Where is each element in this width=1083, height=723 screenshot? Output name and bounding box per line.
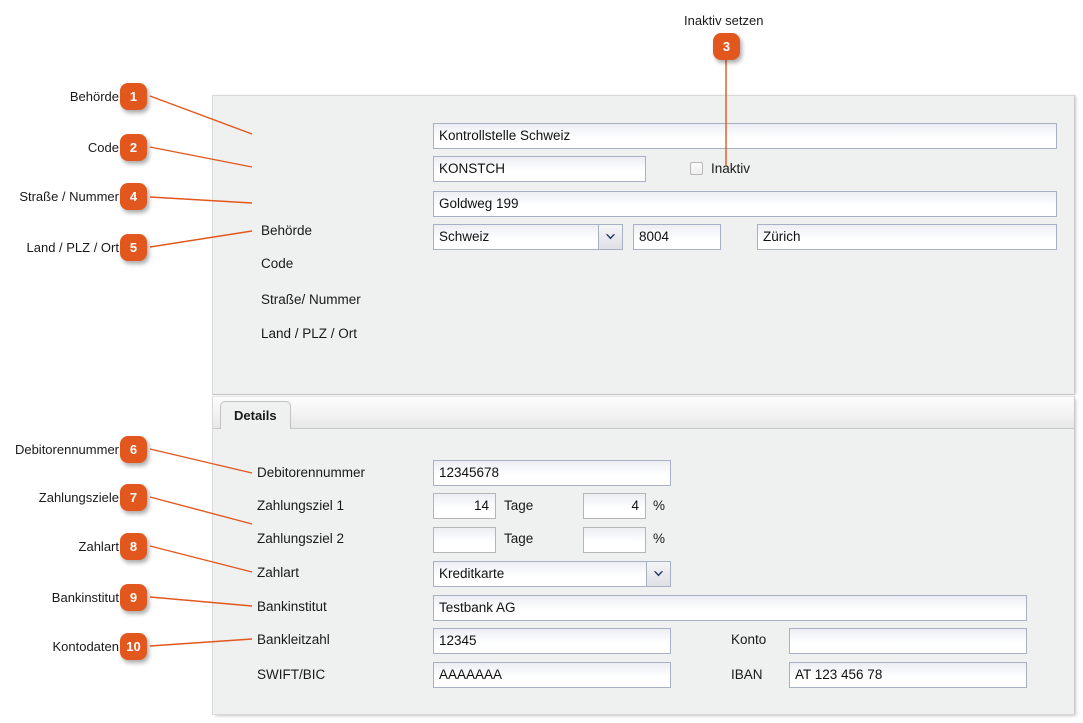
label-prozent-1: % <box>653 498 666 513</box>
label-code: Code <box>261 256 294 271</box>
callout-label-2: Code <box>87 140 119 155</box>
callout-label-1: Behörde <box>69 89 119 104</box>
zahlart-select-value: Kreditkarte <box>433 561 646 587</box>
zahlart-select[interactable]: Kreditkarte <box>433 561 671 587</box>
zahlungsziel1-prozent-input[interactable]: 4 <box>583 493 646 519</box>
land-select-value: Schweiz <box>433 224 598 250</box>
callout-badge-5[interactable]: 5 <box>120 234 147 261</box>
iban-input[interactable]: AT 123 456 78 <box>789 662 1027 688</box>
callout-label-7: Zahlungsziele <box>38 490 119 505</box>
strasse-nummer-input[interactable]: Goldweg 199 <box>433 191 1057 217</box>
label-zahlungsziel-2: Zahlungsziel 2 <box>257 531 345 546</box>
chevron-down-icon[interactable] <box>646 561 671 587</box>
label-zahlungsziel-1: Zahlungsziel 1 <box>257 498 345 513</box>
callout-badge-9[interactable]: 9 <box>120 584 147 611</box>
bankleitzahl-input[interactable]: 12345 <box>433 628 671 654</box>
zahlungsziel1-tage-input[interactable]: 14 <box>433 493 496 519</box>
callout-badge-6[interactable]: 6 <box>120 436 147 463</box>
label-iban: IBAN <box>731 667 763 682</box>
chevron-down-glyph <box>605 234 616 240</box>
label-behoerde: Behörde <box>261 223 313 238</box>
label-zahlart: Zahlart <box>257 565 300 580</box>
debitorennummer-input[interactable]: 12345678 <box>433 460 671 486</box>
plz-input[interactable]: 8004 <box>633 224 721 250</box>
ort-input[interactable]: Zürich <box>757 224 1057 250</box>
callout-label-10: Kontodaten <box>52 639 119 654</box>
behoerde-input[interactable]: Kontrollstelle Schweiz <box>433 123 1057 149</box>
inaktiv-label: Inaktiv <box>711 161 751 176</box>
label-tage-1: Tage <box>504 498 534 513</box>
callout-label-3: Inaktiv setzen <box>684 13 764 28</box>
label-bankinstitut: Bankinstitut <box>257 599 327 614</box>
callout-badge-2[interactable]: 2 <box>120 134 147 161</box>
inaktiv-checkbox-row[interactable]: Inaktiv <box>690 161 750 176</box>
callout-label-5: Land / PLZ / Ort <box>26 240 120 255</box>
tab-strip: Details <box>213 397 1074 429</box>
zahlungsziel2-prozent-input[interactable] <box>583 527 646 553</box>
label-swift-bic: SWIFT/BIC <box>257 667 326 682</box>
zahlungsziel2-tage-input[interactable] <box>433 527 496 553</box>
konto-input[interactable] <box>789 628 1027 654</box>
callout-badge-7[interactable]: 7 <box>120 484 147 511</box>
tab-details[interactable]: Details <box>220 401 291 429</box>
label-tage-2: Tage <box>504 531 534 546</box>
chevron-down-glyph <box>653 571 664 577</box>
callout-badge-4[interactable]: 4 <box>120 183 147 210</box>
swift-bic-input[interactable]: AAAAAAA <box>433 662 671 688</box>
callout-badge-3[interactable]: 3 <box>713 33 740 60</box>
callout-label-9: Bankinstitut <box>51 590 119 605</box>
label-bankleitzahl: Bankleitzahl <box>257 632 330 647</box>
code-input[interactable]: KONSTCH <box>433 156 646 182</box>
bankinstitut-input[interactable]: Testbank AG <box>433 595 1027 621</box>
label-land-plz-ort: Land / PLZ / Ort <box>261 326 358 341</box>
callout-badge-10[interactable]: 10 <box>120 633 147 660</box>
callout-badge-8[interactable]: 8 <box>120 533 147 560</box>
callout-badge-1[interactable]: 1 <box>120 83 147 110</box>
label-strasse-nummer: Straße/ Nummer <box>261 292 361 307</box>
label-prozent-2: % <box>653 531 666 546</box>
label-konto: Konto <box>731 632 767 647</box>
callout-label-6: Debitorennummer <box>14 442 119 457</box>
callout-label-4: Straße / Nummer <box>19 189 119 204</box>
callout-label-8: Zahlart <box>78 539 119 554</box>
chevron-down-icon[interactable] <box>598 224 623 250</box>
inaktiv-checkbox[interactable] <box>690 162 703 175</box>
label-debitorennummer: Debitorennummer <box>257 465 366 480</box>
land-select[interactable]: Schweiz <box>433 224 623 250</box>
